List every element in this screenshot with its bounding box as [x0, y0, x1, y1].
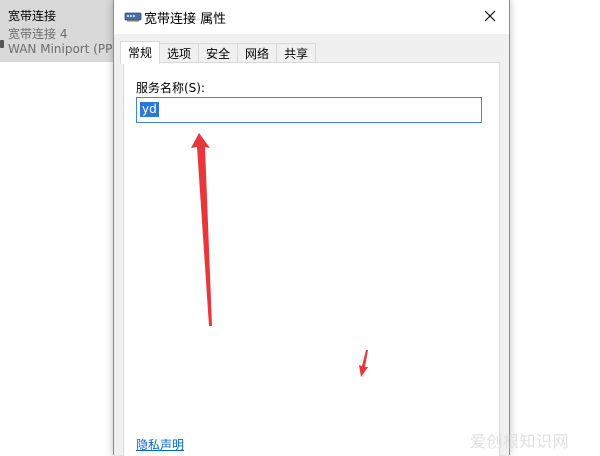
- dialog-title: 宽带连接 属性: [144, 12, 227, 27]
- general-tab-panel: 服务名称(S): yd 隐私声明: [123, 62, 500, 456]
- service-name-label: 服务名称(S):: [136, 81, 206, 95]
- tab-general[interactable]: 常规: [120, 41, 161, 64]
- connection-subtitle: 宽带连接 4: [8, 27, 68, 41]
- tab-network[interactable]: 网络: [237, 43, 278, 64]
- connection-icon-edge: [0, 40, 4, 48]
- privacy-statement-link[interactable]: 隐私声明: [136, 436, 184, 453]
- tab-options[interactable]: 选项: [159, 43, 200, 64]
- close-icon: [484, 10, 496, 22]
- broadband-connection-icon: [124, 12, 142, 22]
- tab-sharing[interactable]: 共享: [276, 43, 317, 64]
- watermark-text: 爱创根知识网: [470, 432, 570, 451]
- title-bar[interactable]: 宽带连接 属性: [114, 0, 509, 34]
- connection-device: WAN Miniport (PPP: [8, 42, 120, 56]
- connection-name: 宽带连接: [8, 9, 57, 23]
- tab-security[interactable]: 安全: [198, 43, 239, 64]
- properties-dialog: 宽带连接 属性 常规 选项 安全 网络 共享 服务名称(S): yd 隐私声明: [113, 0, 510, 456]
- service-name-value: yd: [140, 102, 159, 117]
- tab-strip: 常规 选项 安全 网络 共享: [120, 41, 317, 64]
- close-button[interactable]: [477, 4, 503, 28]
- service-name-input[interactable]: yd: [136, 97, 482, 123]
